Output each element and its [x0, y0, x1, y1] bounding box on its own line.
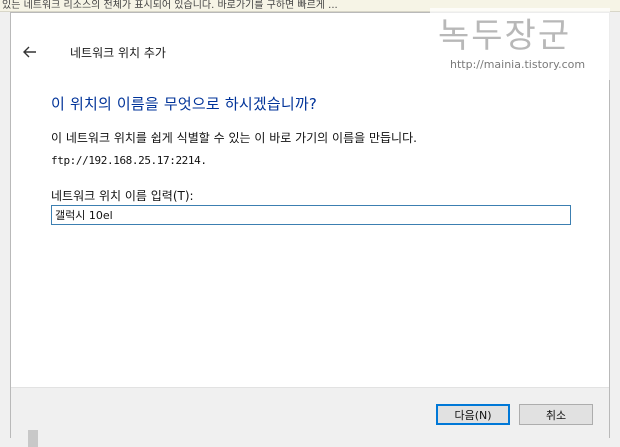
location-name-input[interactable]: [51, 205, 571, 225]
next-button[interactable]: 다음(N): [436, 404, 510, 425]
watermark-url: http://mainia.tistory.com: [450, 58, 586, 71]
dialog-title: 네트워크 위치 추가: [70, 46, 166, 60]
background-scrollbar: [28, 430, 38, 447]
description-text: 이 네트워크 위치를 쉽게 식별할 수 있는 이 바로 가기의 이름을 만듭니다…: [51, 131, 417, 145]
watermark: 녹두장군 http://mainia.tistory.com: [430, 8, 610, 80]
page-heading: 이 위치의 이름을 무엇으로 하시겠습니까?: [51, 95, 318, 113]
dialog-footer: 다음(N) 취소: [11, 387, 609, 438]
name-field-label: 네트워크 위치 이름 입력(T):: [51, 189, 194, 203]
back-arrow-icon: [23, 46, 36, 58]
watermark-logo: 녹두장군: [438, 16, 572, 56]
network-address: ftp://192.168.25.17:2214.: [51, 154, 207, 167]
cancel-button[interactable]: 취소: [519, 404, 593, 425]
back-button[interactable]: [19, 41, 41, 63]
